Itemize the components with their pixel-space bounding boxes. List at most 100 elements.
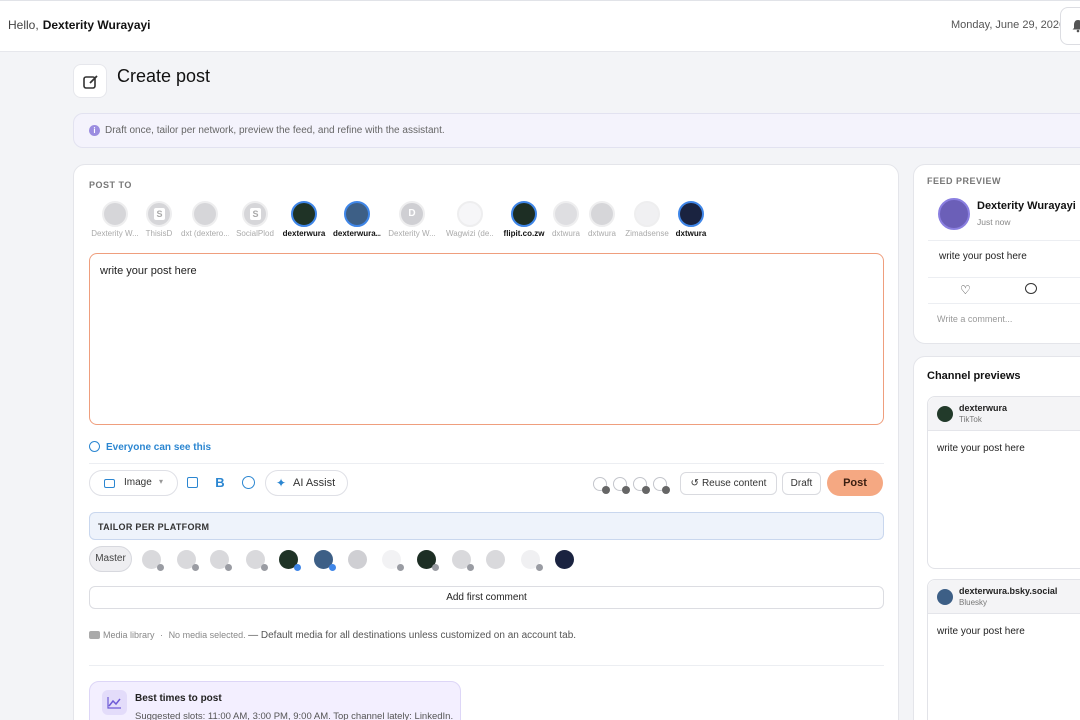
avatar bbox=[937, 589, 953, 605]
account-label: ThisisD bbox=[145, 229, 173, 238]
tab-account[interactable] bbox=[382, 550, 404, 571]
divider bbox=[928, 240, 1080, 241]
ai-assist-label: AI Assist bbox=[293, 477, 336, 489]
divider bbox=[928, 303, 1080, 304]
status-ring bbox=[613, 477, 630, 494]
add-first-comment-button[interactable]: Add first comment bbox=[89, 586, 884, 609]
post-editor[interactable]: write your post here bbox=[89, 253, 884, 425]
channel-network: TikTok bbox=[959, 415, 982, 424]
channel-preview-card: dexterwura.bsky.social Bluesky write you… bbox=[927, 579, 1080, 720]
globe-icon bbox=[89, 441, 100, 452]
info-banner-text: Draft once, tailor per network, preview … bbox=[105, 125, 445, 136]
status-ring bbox=[593, 477, 610, 494]
history-icon: ↺ bbox=[690, 478, 699, 489]
account-label: dexterwura bbox=[282, 229, 326, 238]
tab-account[interactable] bbox=[486, 550, 505, 569]
avatar: D bbox=[399, 201, 425, 227]
account-option[interactable]: S ThisisD bbox=[135, 201, 183, 238]
tab-account[interactable] bbox=[314, 550, 336, 571]
avatar bbox=[678, 201, 704, 227]
image-dropdown[interactable]: Image ▾ bbox=[89, 470, 178, 496]
comment-icon[interactable] bbox=[1025, 283, 1037, 294]
visibility-selector[interactable]: Everyone can see this bbox=[89, 441, 211, 453]
page-icon: S bbox=[154, 208, 165, 220]
edit-icon-box bbox=[73, 64, 107, 98]
channel-preview-text: write your post here bbox=[937, 626, 1025, 637]
top-bar: Hello, Dexterity Wurayayi Monday, June 29… bbox=[0, 0, 1080, 52]
tab-account[interactable] bbox=[279, 550, 301, 571]
media-library-icon bbox=[89, 631, 100, 639]
info-icon: i bbox=[89, 125, 100, 136]
feed-preview-time: Just now bbox=[977, 217, 1011, 227]
greeting-text: Hello, bbox=[8, 18, 39, 32]
tab-account[interactable] bbox=[555, 550, 574, 569]
account-option[interactable]: Zimadsense bbox=[623, 201, 671, 238]
initial-icon: D bbox=[408, 208, 416, 219]
avatar: S bbox=[146, 201, 172, 227]
tab-account[interactable] bbox=[452, 550, 474, 571]
account-label: Zimadsense bbox=[625, 229, 669, 238]
visibility-label: Everyone can see this bbox=[106, 442, 212, 453]
post-editor-text: write your post here bbox=[100, 265, 197, 277]
draft-button[interactable]: Draft bbox=[782, 472, 821, 495]
account-option[interactable]: D Dexterity W... bbox=[388, 201, 436, 238]
avatar bbox=[192, 201, 218, 227]
media-library-row: Media library · No media selected. — Def… bbox=[89, 630, 576, 641]
account-option[interactable]: dexterwura bbox=[280, 201, 328, 238]
reuse-content-label: Reuse content bbox=[701, 478, 767, 489]
page-title: Create post bbox=[117, 66, 211, 86]
reuse-content-button[interactable]: ↺ Reuse content bbox=[680, 472, 777, 495]
tab-account[interactable] bbox=[246, 550, 268, 571]
tailor-label: TAILOR PER PLATFORM bbox=[98, 522, 210, 532]
chevron-down-icon: ▾ bbox=[159, 477, 164, 486]
separator: · bbox=[160, 630, 164, 640]
calendar-icon[interactable] bbox=[182, 473, 202, 493]
bell-icon bbox=[1072, 20, 1080, 33]
account-option[interactable]: dexterwura... bbox=[333, 201, 381, 238]
feed-preview-text: write your post here bbox=[939, 251, 1027, 262]
tab-master[interactable]: Master bbox=[89, 546, 132, 572]
channel-previews-title: Channel previews bbox=[927, 370, 1021, 382]
account-label: SocialPlod bbox=[236, 229, 274, 238]
avatar bbox=[344, 201, 370, 227]
bold-button[interactable]: B bbox=[210, 473, 230, 493]
account-option[interactable]: flipit.co.zw bbox=[500, 201, 548, 238]
tab-account[interactable] bbox=[177, 550, 199, 571]
account-option[interactable]: dxtwura bbox=[578, 201, 626, 238]
tab-account[interactable] bbox=[348, 550, 367, 569]
account-option[interactable]: S SocialPlod bbox=[231, 201, 279, 238]
avatar bbox=[511, 201, 537, 227]
channel-preview-header: dexterwura TikTok bbox=[928, 397, 1080, 431]
emoji-icon[interactable] bbox=[238, 473, 258, 493]
notifications-button[interactable] bbox=[1060, 7, 1080, 45]
account-option[interactable]: dxt (dextero... bbox=[181, 201, 229, 238]
comment-input[interactable]: Write a comment... bbox=[937, 314, 1012, 324]
edit-icon bbox=[83, 75, 98, 89]
tab-account[interactable] bbox=[210, 550, 232, 571]
account-option[interactable]: dxtwura bbox=[667, 201, 715, 238]
avatar bbox=[102, 201, 128, 227]
account-option[interactable]: Dexterity W... bbox=[91, 201, 139, 238]
status-ring bbox=[633, 477, 650, 494]
account-label: Wagwizi (de... bbox=[446, 229, 494, 238]
default-media-text: — Default media for all destinations unl… bbox=[248, 630, 577, 641]
sparkle-icon: ✦ bbox=[276, 476, 287, 490]
account-label: dexterwura... bbox=[333, 229, 381, 238]
post-button[interactable]: Post bbox=[827, 470, 883, 496]
channel-preview-text: write your post here bbox=[937, 443, 1025, 454]
trend-icon bbox=[102, 690, 127, 715]
tab-account[interactable] bbox=[417, 550, 439, 571]
avatar bbox=[938, 198, 970, 230]
tab-account[interactable] bbox=[142, 550, 164, 571]
account-option[interactable]: Wagwizi (de... bbox=[446, 201, 494, 238]
page-icon: S bbox=[250, 208, 261, 220]
tailor-per-platform-header[interactable]: TAILOR PER PLATFORM bbox=[89, 512, 884, 540]
heart-icon[interactable]: ♡ bbox=[960, 283, 971, 297]
image-label: Image bbox=[124, 477, 152, 488]
no-media-label: No media selected. bbox=[168, 630, 246, 640]
tab-account[interactable] bbox=[521, 550, 543, 571]
channel-name: dexterwura bbox=[959, 403, 1008, 413]
media-library-link[interactable]: Media library bbox=[103, 630, 155, 640]
avatar bbox=[553, 201, 579, 227]
ai-assist-button[interactable]: ✦ AI Assist bbox=[265, 470, 348, 496]
